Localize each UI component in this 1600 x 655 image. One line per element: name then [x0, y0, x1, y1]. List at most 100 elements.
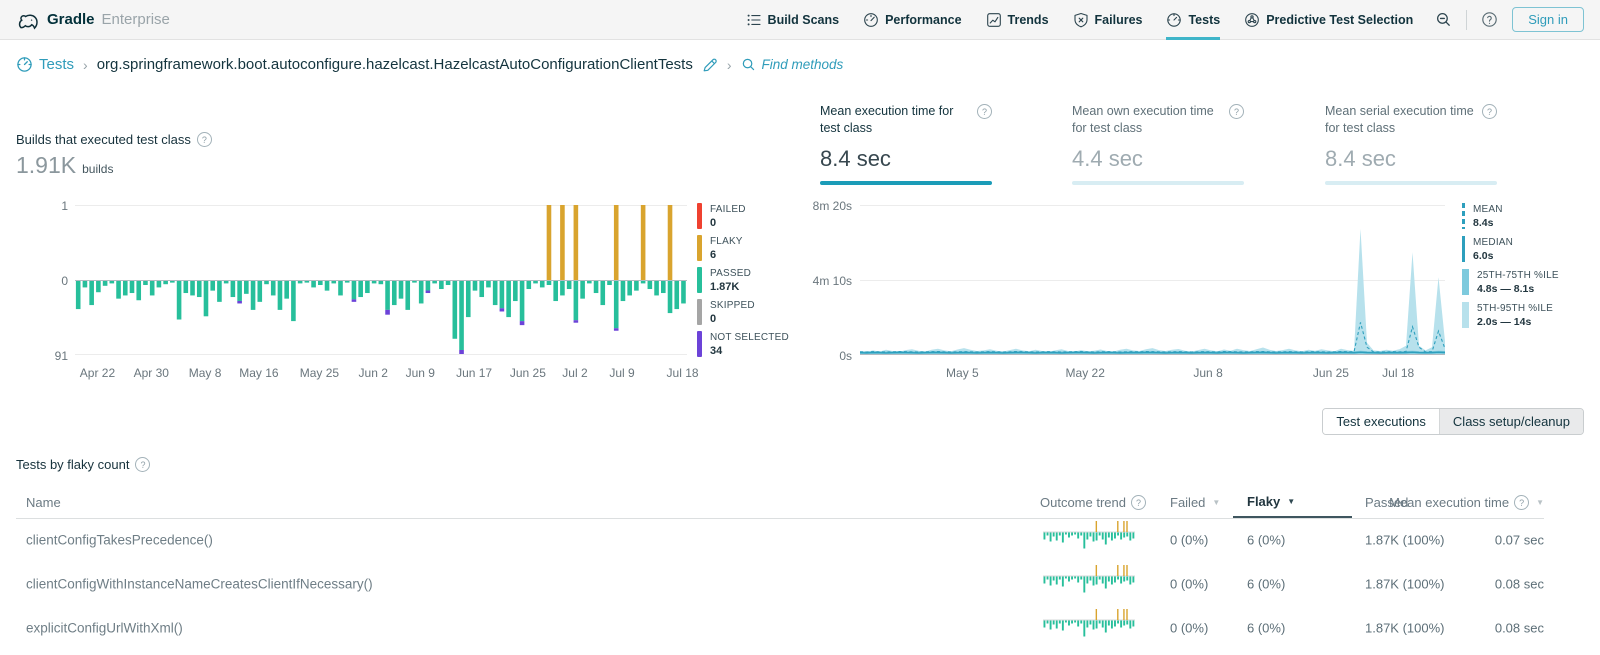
metric-card-title: Mean serial execution time for test clas…	[1325, 103, 1474, 137]
column-header-outcome-trend: Outcome trend	[1040, 487, 1146, 518]
builds-legend: FAILED 0 FLAKY6 PASSED1.87K SKIPPED0 NOT SELE…	[697, 203, 789, 363]
execution-time-legend: MEAN8.4sMEDIAN6.0s25TH-75TH %ILE4.8s — 8…	[1462, 203, 1559, 335]
metric-card-underline	[1072, 181, 1244, 185]
nav-item-trends[interactable]: Trends	[986, 0, 1049, 40]
legend-label: 5TH-95TH %ILE	[1477, 303, 1553, 314]
legend-swatch	[697, 203, 702, 229]
builds-xtick-jun-17: Jun 17	[456, 366, 492, 380]
table-row[interactable]: clientConfigTakesPrecedence()0 (0%)6 (0%…	[16, 518, 1544, 562]
tests-icon	[16, 56, 33, 73]
mean-execution-time-help-icon[interactable]	[1514, 495, 1529, 510]
execution-time-chart[interactable]	[860, 205, 1445, 355]
table-row[interactable]: clientConfigWithInstanceNameCreatesClien…	[16, 562, 1544, 606]
sort-icon: ▼	[1536, 498, 1544, 507]
nav-item-failures[interactable]: Failures	[1073, 0, 1143, 40]
table-row[interactable]: explicitConfigUrlWithXml()0 (0%)6 (0%)1.…	[16, 606, 1544, 650]
legend-item-flaky: FLAKY6	[697, 235, 789, 261]
legend-swatch	[697, 331, 702, 357]
legend-value: 34	[710, 345, 789, 357]
column-header-flaky[interactable]: Flaky ▼	[1233, 487, 1352, 518]
legend-swatch	[697, 235, 702, 261]
nav-item-tests[interactable]: Tests	[1166, 0, 1220, 40]
legend-item-not-selected: NOT SELECTED34	[697, 331, 789, 357]
nav-divider	[1466, 10, 1467, 30]
metric-card-underline	[1325, 181, 1497, 185]
find-methods-search-icon	[741, 57, 756, 72]
exec-xtick-jul-18: Jul 18	[1382, 366, 1414, 380]
breadcrumb-separator: ›	[727, 57, 732, 73]
mean-execution-time-value: 0.08 sec	[1495, 577, 1544, 592]
outcome-trend-help-icon[interactable]	[1131, 495, 1146, 510]
help-icon[interactable]	[1481, 11, 1498, 28]
breadcrumb-tests-link[interactable]: Tests	[16, 56, 74, 73]
sign-in-button[interactable]: Sign in	[1512, 7, 1584, 32]
metric-card-mean-own-execution-time-for-test-class[interactable]: Mean own execution time for test class4.…	[1072, 103, 1244, 185]
breadcrumb-root-label: Tests	[39, 56, 74, 73]
legend-value: 0	[710, 217, 746, 229]
passed-value: 1.87K (100%)	[1365, 533, 1445, 548]
find-methods-link[interactable]: Find methods	[741, 57, 844, 72]
column-header-failed[interactable]: Failed ▼	[1170, 487, 1220, 518]
tests-table-title-text: Tests by flaky count	[16, 457, 129, 472]
gradle-enterprise-logo[interactable]: Gradle Enterprise	[16, 10, 170, 30]
exec-xtick-may-22: May 22	[1066, 366, 1105, 380]
legend-label: FAILED	[710, 204, 746, 215]
nav-item-performance[interactable]: Performance	[863, 0, 961, 40]
metric-help-icon[interactable]	[1482, 104, 1497, 119]
sort-icon: ▼	[1287, 497, 1295, 506]
builds-help-icon[interactable]	[197, 132, 212, 147]
nav-item-label: Predictive Test Selection	[1266, 13, 1413, 27]
table-header: Name Outcome trend Failed ▼ Flaky ▼ Pass…	[16, 487, 1544, 519]
builds-xtick-apr-30: Apr 30	[134, 366, 169, 380]
nav-item-build-scans[interactable]: Build Scans	[746, 0, 840, 40]
legend-value: 6.0s	[1473, 250, 1513, 262]
builds-xtick-may-16: May 16	[239, 366, 278, 380]
nav-item-label: Failures	[1095, 13, 1143, 27]
outcome-trend-sparkline	[1043, 608, 1135, 648]
flaky-value: 6 (0%)	[1247, 577, 1285, 592]
legend-label: FLAKY	[710, 236, 743, 247]
mean-execution-time-value: 0.07 sec	[1495, 533, 1544, 548]
metric-help-icon[interactable]	[977, 104, 992, 119]
test-name-link[interactable]: explicitConfigUrlWithXml()	[26, 621, 183, 636]
toggle-class-setup-cleanup[interactable]: Class setup/cleanup	[1439, 409, 1583, 434]
tests-table-help-icon[interactable]	[135, 457, 150, 472]
legend-item-skipped: SKIPPED0	[697, 299, 789, 325]
builds-ytick-zero: 0	[38, 274, 68, 288]
legend-swatch	[1462, 302, 1469, 328]
builds-xtick-jun-9: Jun 9	[406, 366, 435, 380]
legend-label: PASSED	[710, 268, 751, 279]
test-name-link[interactable]: clientConfigTakesPrecedence()	[26, 533, 213, 548]
test-name-link[interactable]: clientConfigWithInstanceNameCreatesClien…	[26, 577, 373, 592]
metric-card-value: 4.4 sec	[1072, 146, 1244, 172]
metric-card-mean-serial-execution-time-for-test-class[interactable]: Mean serial execution time for test clas…	[1325, 103, 1497, 185]
flaky-value: 6 (0%)	[1247, 533, 1285, 548]
legend-item-5th-95th-ile: 5TH-95TH %ILE2.0s — 14s	[1462, 302, 1559, 328]
legend-value: 4.8s — 8.1s	[1477, 283, 1559, 295]
builds-xtick-jul-2: Jul 2	[562, 366, 587, 380]
exec-ytick-zero: 0s	[798, 349, 852, 363]
chart-mode-toggle: Test executionsClass setup/cleanup	[1322, 408, 1584, 435]
nav-item-label: Performance	[885, 13, 961, 27]
brand-edition: Enterprise	[102, 11, 170, 28]
edit-pencil-icon[interactable]	[702, 57, 718, 73]
legend-item-passed: PASSED1.87K	[697, 267, 789, 293]
column-header-mean-execution-time[interactable]: Mean execution time ▼	[1389, 487, 1544, 518]
toggle-test-executions[interactable]: Test executions	[1323, 409, 1439, 434]
breadcrumb-class-name: org.springframework.boot.autoconfigure.h…	[97, 56, 693, 73]
flaky-label: Flaky	[1247, 494, 1280, 509]
metric-card-mean-execution-time-for-test-class[interactable]: Mean execution time for test class8.4 se…	[820, 103, 992, 185]
metric-card-value: 8.4 sec	[820, 146, 992, 172]
search-icon[interactable]	[1435, 11, 1452, 28]
legend-value: 8.4s	[1473, 217, 1503, 229]
failed-value: 0 (0%)	[1170, 577, 1208, 592]
builds-ytick-bottom: 91	[38, 349, 68, 363]
nav-item-predictive-test-selection[interactable]: Predictive Test Selection	[1244, 0, 1413, 40]
metric-help-icon[interactable]	[1229, 104, 1244, 119]
builds-xtick-may-25: May 25	[300, 366, 339, 380]
outcome-trend-sparkline	[1043, 520, 1135, 560]
sort-icon: ▼	[1212, 498, 1220, 507]
exec-ytick-top: 8m 20s	[798, 199, 852, 213]
builds-chart[interactable]	[75, 205, 687, 355]
builds-count: 1.91K builds	[16, 152, 113, 179]
